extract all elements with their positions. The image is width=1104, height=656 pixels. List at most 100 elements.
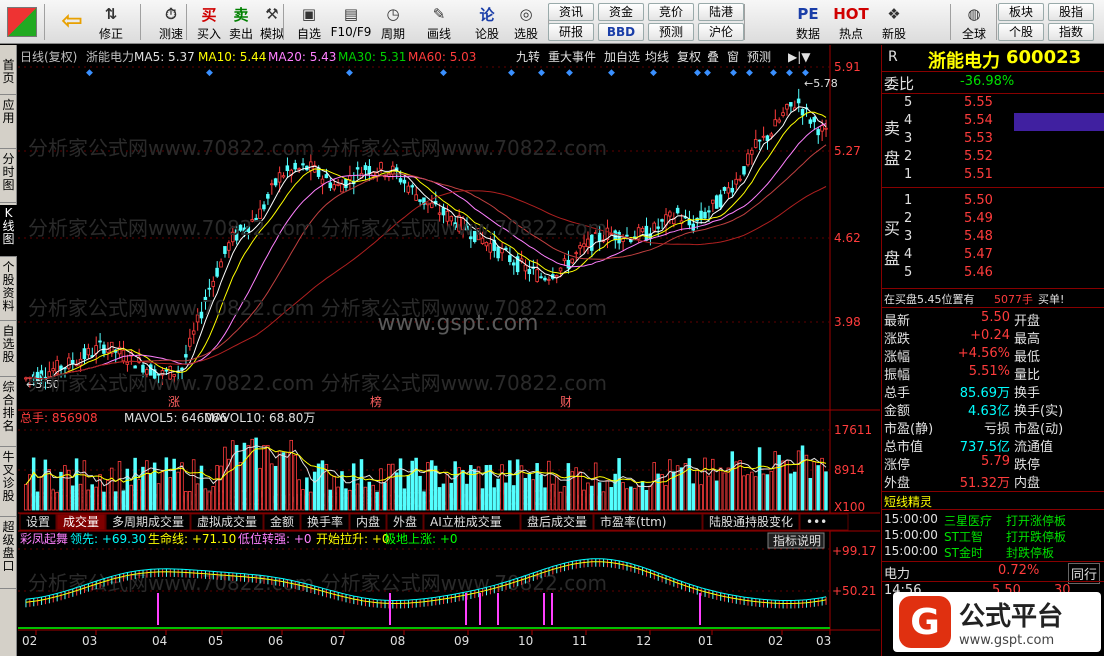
chart-header-button-4[interactable]: 复权 <box>677 50 701 64</box>
candle-body <box>562 258 567 262</box>
svg-text:换手率: 换手率 <box>307 514 343 529</box>
chart-header-button-1[interactable]: 重大事件 <box>548 50 596 64</box>
toolbar-button-8[interactable]: 板块 <box>998 3 1044 21</box>
left-tab-8[interactable]: 超级盘口 <box>0 519 17 589</box>
indicator-tab-9[interactable]: 盘后成交量 <box>520 513 594 531</box>
indicator-tab-6[interactable]: 内盘 <box>349 513 387 531</box>
candle-body <box>355 167 360 170</box>
indicator-tab-8[interactable]: AI立桩成交量 <box>423 513 521 531</box>
toolbar-button-0[interactable]: 资讯 <box>548 3 594 21</box>
indicator-tab-7[interactable]: 外盘 <box>386 513 424 531</box>
pen-tool-button[interactable]: ✎ 画线 <box>420 1 458 43</box>
indicator-tab-4[interactable]: 金额 <box>263 513 301 531</box>
chart-header-button-0[interactable]: 九转 <box>516 49 540 64</box>
grid-tool-button[interactable] <box>2 1 42 43</box>
volume-bar <box>504 482 508 511</box>
indicator-tab-12[interactable]: ••• <box>799 513 849 531</box>
volume-bar <box>348 489 352 511</box>
chart-header-button-2[interactable]: 加自选 <box>604 50 640 64</box>
toolbar-button-10[interactable]: 个股 <box>998 23 1044 41</box>
indicator-tab-0[interactable]: 设置 <box>19 513 57 531</box>
chart-header-button-6[interactable]: 窗 <box>727 50 739 64</box>
chart-nav-icon[interactable]: ▶|▼ <box>788 50 811 64</box>
bid-level: 2 <box>904 211 913 226</box>
back-arrow-icon: ⇦ <box>61 6 83 36</box>
indicator-tab-10[interactable]: 市盈率(ttm) <box>593 513 703 531</box>
volume-bar <box>469 465 473 511</box>
chart-header-button-3[interactable]: 均线 <box>645 50 669 64</box>
candle-body <box>656 226 660 229</box>
toolbar-button-11[interactable]: 指数 <box>1048 23 1094 41</box>
volume-bar <box>35 491 40 511</box>
toolbar-button-2[interactable]: 竞价 <box>648 3 694 21</box>
volume-bar <box>609 487 614 511</box>
indicator-tab-5[interactable]: 换手率 <box>300 513 350 531</box>
candle-body <box>675 207 680 214</box>
volume-bar <box>769 470 774 511</box>
volume-bar <box>277 450 282 511</box>
speed-tool-button[interactable]: ⏱ 测速 <box>152 1 190 43</box>
left-tab-2[interactable]: 分时图 <box>0 151 17 203</box>
volume-bar <box>718 467 723 511</box>
volume-bar <box>106 480 110 511</box>
volume-bar <box>133 457 137 511</box>
volume-bar <box>601 491 606 511</box>
left-tab-6[interactable]: 综合排名 <box>0 379 17 447</box>
up-down-tool-button[interactable]: ⇅ 修正 <box>92 1 130 43</box>
month-axis-label: 11 <box>572 634 587 648</box>
newstock-icon: ❖ <box>887 5 901 23</box>
clock-tool-button[interactable]: ◷ 周期 <box>374 1 412 43</box>
back-arrow-tool-button[interactable]: ⇦ <box>52 1 92 43</box>
hot-tool-button[interactable]: HOT 热点 <box>832 1 870 43</box>
left-tab-0[interactable]: 首页 <box>0 57 17 95</box>
toolbar-button-5[interactable]: BBD <box>598 23 644 41</box>
watermark-text: 分析家公式网www.70822.com 分析家公式网www.70822.com <box>28 371 607 395</box>
chart-header-button-5[interactable]: 叠 <box>707 50 719 64</box>
toolbar-button-9[interactable]: 股指 <box>1048 3 1094 21</box>
volume-bar <box>730 451 735 511</box>
left-tab-5[interactable]: 自选股 <box>0 323 17 377</box>
tool-label: 画线 <box>426 27 451 41</box>
stat-value: 5.50 <box>981 310 1010 325</box>
volume-bar <box>70 485 75 511</box>
indicator-help-button[interactable]: 指标说明 <box>767 532 825 549</box>
chart-header-button-7[interactable]: 预测 <box>747 50 771 64</box>
volume-bar <box>496 478 500 511</box>
chart-svg[interactable]: 日线(复权) 浙能电力 MA5: 5.37 MA10: 5.44 MA20: 5.43 M… <box>18 45 880 656</box>
toolbar-button-7[interactable]: 沪伦 <box>698 23 744 41</box>
stock-code: 600023 <box>1006 47 1082 68</box>
toolbar-button-4[interactable]: 研报 <box>548 23 594 41</box>
indicator-tab-3[interactable]: 虚拟成交量 <box>190 513 264 531</box>
indicator-tab-2[interactable]: 多周期成交量 <box>105 513 191 531</box>
hammer-icon: ⚒ <box>265 5 279 23</box>
volume-bar <box>664 485 668 511</box>
toolbar-button-3[interactable]: 陆港 <box>698 3 744 21</box>
volume-bar <box>281 452 286 511</box>
toolbar-button-1[interactable]: 资金 <box>598 3 644 21</box>
kline-chart-area[interactable]: 日线(复权) 浙能电力 MA5: 5.37 MA10: 5.44 MA20: 5.43 M… <box>18 45 880 656</box>
hammer-tool-button[interactable]: ⚒ 模拟 <box>253 1 291 43</box>
stat-value: 5.79 <box>981 454 1010 469</box>
toolbar-button-6[interactable]: 预测 <box>648 23 694 41</box>
chart-select-tool-button[interactable]: ◎ 选股 <box>507 1 545 43</box>
indicator-tab-11[interactable]: 陆股通持股变化 <box>702 513 800 531</box>
left-tab-3[interactable]: K线图 <box>0 205 17 257</box>
volume-bar <box>746 474 750 511</box>
tool-label: 数据 <box>795 27 820 41</box>
candle-body <box>722 187 727 191</box>
stat-label-2: 最低 <box>1014 350 1041 365</box>
lun-tool-button[interactable]: 论论股 <box>468 1 506 43</box>
svg-text:指标说明: 指标说明 <box>773 533 821 548</box>
pe-tool-button[interactable]: PE 数据 <box>789 1 827 43</box>
f10-tool-button[interactable]: ▤ F10/F9 <box>331 1 372 43</box>
left-tab-7[interactable]: 牛叉诊股 <box>0 449 17 517</box>
candle-body <box>340 183 344 193</box>
globe-tool-button[interactable]: ◍ 全球 <box>955 1 993 43</box>
indicator-tab-1[interactable]: 成交量 <box>56 513 106 531</box>
newstock-tool-button[interactable]: ❖ 新股 <box>875 1 913 43</box>
left-tab-1[interactable]: 应用 <box>0 97 17 149</box>
event-mark: 财 <box>560 395 572 409</box>
folder-tool-button[interactable]: ▣ 自选 <box>290 1 328 43</box>
tool-label: 新股 <box>881 27 906 41</box>
left-tab-4[interactable]: 个股资料 <box>0 259 17 321</box>
